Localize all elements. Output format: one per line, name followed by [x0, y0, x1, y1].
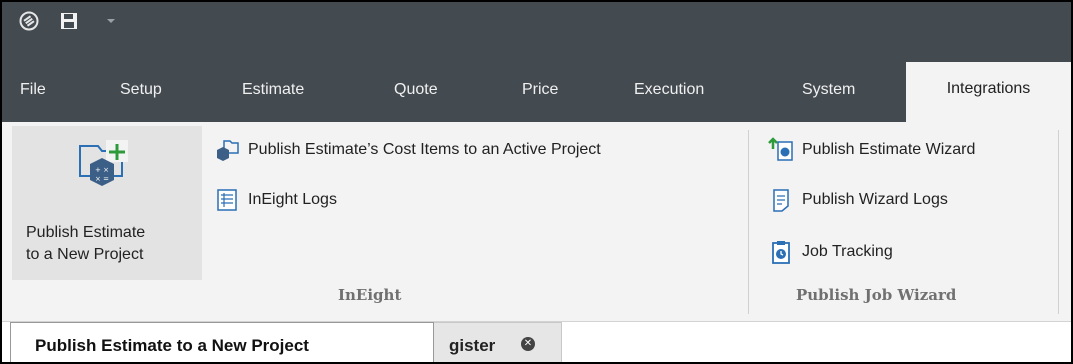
- publish-active-label: Publish Estimate’s Cost Items to an Acti…: [248, 141, 601, 158]
- chevron-down-icon[interactable]: [100, 10, 122, 32]
- svg-text:+ ×: + ×: [95, 166, 109, 174]
- ineight-logs-button[interactable]: InEight Logs: [214, 184, 337, 216]
- group-separator: [748, 130, 749, 314]
- publish-wizard-logs-label: Publish Wizard Logs: [802, 191, 948, 208]
- title-bar: [2, 2, 1071, 42]
- clipboard-icon: [768, 239, 794, 265]
- ribbon-panel: + × × = Publish Estimate to a New Projec…: [2, 122, 1071, 322]
- floppy-disk-icon[interactable]: [58, 10, 80, 32]
- publish-new-project-button[interactable]: + × × = Publish Estimate to a New Projec…: [12, 126, 202, 280]
- tooltip: Publish Estimate to a New Project: [10, 322, 434, 362]
- app-window: File Setup Estimate Quote Price Executio…: [0, 0, 1073, 364]
- close-icon[interactable]: ✕: [521, 337, 535, 351]
- tab-integrations[interactable]: Integrations: [906, 62, 1071, 122]
- document-tab-strip: gister ✕ Publish Estimate to a New Proje…: [2, 322, 1071, 362]
- job-tracking-label: Job Tracking: [802, 243, 893, 260]
- tab-file[interactable]: File: [20, 70, 46, 110]
- job-tracking-button[interactable]: Job Tracking: [768, 236, 893, 268]
- document-icon: [768, 187, 794, 213]
- tab-quote[interactable]: Quote: [394, 70, 438, 110]
- tab-price[interactable]: Price: [522, 70, 558, 110]
- logs-icon: [214, 187, 240, 213]
- publish-active-icon: [214, 137, 240, 163]
- tab-estimate[interactable]: Estimate: [242, 70, 304, 110]
- publish-wizard-logs-button[interactable]: Publish Wizard Logs: [768, 184, 948, 216]
- big-button-label-line1: Publish Estimate: [26, 224, 146, 241]
- app-logo-icon[interactable]: [18, 10, 40, 32]
- group-label-ineight: InEight: [338, 286, 402, 304]
- wizard-icon: [768, 137, 794, 163]
- new-project-icon: + × × =: [70, 138, 134, 202]
- ineight-logs-label: InEight Logs: [248, 191, 337, 208]
- group-label-publish-job-wizard: Publish Job Wizard: [796, 286, 957, 304]
- publish-estimate-wizard-button[interactable]: Publish Estimate Wizard: [768, 134, 975, 166]
- tooltip-text: Publish Estimate to a New Project: [35, 336, 309, 355]
- tab-execution[interactable]: Execution: [634, 70, 704, 110]
- tab-system[interactable]: System: [802, 70, 855, 110]
- publish-estimate-wizard-label: Publish Estimate Wizard: [802, 141, 976, 158]
- document-tab-label: gister: [449, 336, 496, 355]
- big-button-label-line2: to a New Project: [26, 246, 144, 263]
- ribbon-tab-bar: File Setup Estimate Quote Price Executio…: [2, 42, 1071, 122]
- group-separator: [1058, 130, 1059, 314]
- svg-text:× =: × =: [95, 175, 109, 183]
- tab-setup[interactable]: Setup: [120, 70, 162, 110]
- publish-active-project-button[interactable]: Publish Estimate’s Cost Items to an Acti…: [214, 134, 601, 166]
